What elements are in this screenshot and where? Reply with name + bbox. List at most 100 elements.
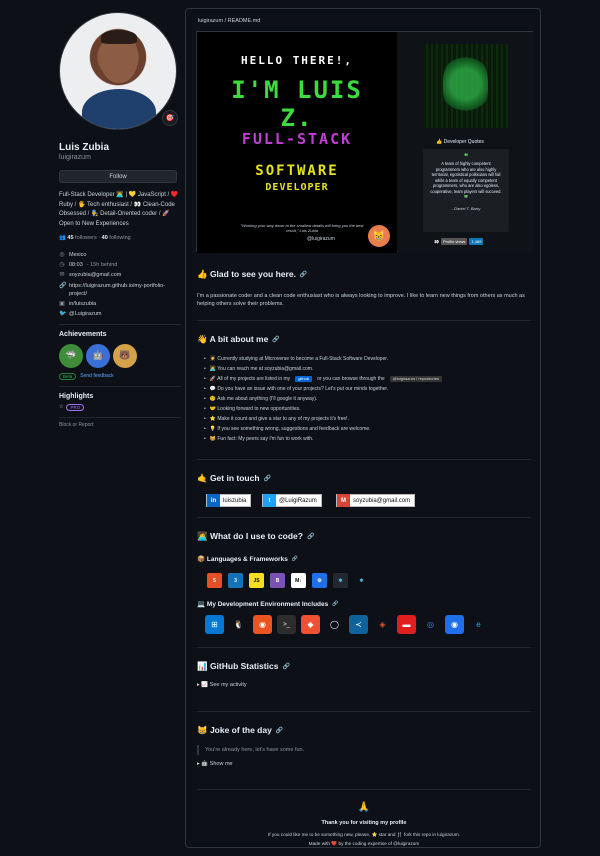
developer-quotes-panel: 👍 Developer Quotes ❝ A team of highly co… [398,32,533,253]
list-item: • 💬 Do you have an issue with one of your… [204,386,389,392]
linkedin-icon: in [207,494,220,507]
edge-icon: e [469,615,488,634]
contact-heading: 🤙 Get in touch 🔗 [197,473,272,483]
npm-icon: ▬ [397,615,416,634]
linkedin-icon: ▣ [59,300,65,307]
star-icon: ☆ [59,404,64,411]
pro-badge: PRO [66,403,85,411]
twitter-icon: t [263,494,276,507]
see-activity-toggle[interactable]: ▸ 📈 See my activity [197,682,247,688]
hero-software: SOFTWARE [255,163,339,179]
anchor-link-icon[interactable]: 🔗 [300,271,307,278]
link-icon: 🔗 [59,282,67,289]
praying-hands-icon: 🙏 [357,802,371,813]
linkedin-contact-badge[interactable]: in luiszubia [206,494,252,507]
profile-login: luigirazum [59,154,91,161]
languages-icons: 5 3 JS B M↓ ⚙ ⚛ ⚛ [207,573,369,588]
bootstrap-icon: B [270,573,285,588]
languages-heading: 📦 Languages & Frameworks 🔗 [197,556,299,563]
send-feedback-link[interactable]: Send feedback [80,373,113,379]
highlights-title: Highlights [59,392,94,400]
react-icon: ⚛ [333,573,348,588]
hero-quote: "Working your way down to the smallest d… [240,223,364,233]
twitter-link[interactable]: @Luigirazum [69,310,101,318]
following-count[interactable]: 40 [102,235,108,241]
hero-animated-banner: HELLO THERE!, I'M LUIS Z. FULL-STACK SOF… [197,32,397,253]
list-item: • 💡 If you see something wrong, suggestio… [204,426,371,432]
mail-icon: ✉ [59,272,65,279]
anchor-link-icon[interactable]: 🔗 [272,336,279,343]
hero-developer: DEVELOPER [265,182,329,193]
localtime-note: - 15h behind [86,262,118,269]
glad-heading: 👍 Glad to see you here. 🔗 [197,269,308,279]
views-count: 1,489 [469,238,484,245]
glad-text: I'm a passionate coder and a clean code … [197,293,525,307]
following-label[interactable]: following [109,235,130,241]
achievement-badges: 🦈 🤖 🐻 [59,343,181,368]
footer-line-1: If you could like me to be something new… [268,832,460,837]
show-joke-toggle[interactable]: ▸ 🤖 Show me [197,761,233,767]
readme-path[interactable]: luigirazum / README.md [198,18,260,24]
achievement-badge[interactable]: 🤖 [86,343,110,368]
website-link[interactable]: https://luigirazum.github.io/my-portfoli… [69,282,181,298]
webpack-icon: ⚙ [312,573,327,588]
gmail-contact-badge[interactable]: Msoyzubia@gmail.com [336,494,416,507]
linkedin-link[interactable]: in/luiszubia [69,300,96,308]
achievement-badge[interactable]: 🦈 [59,343,83,368]
github-chip[interactable]: github [295,376,313,382]
developer-quote-author: - Daniel T. Barry [451,205,481,211]
profile-sidebar: 🎯 Luis Zubia luigirazum Follow Full-Stac… [59,12,181,428]
anchor-link-icon[interactable]: 🔗 [292,556,298,562]
css3-icon: 3 [228,573,243,588]
developer-quote-text: A team of highly competent programmers w… [430,161,502,194]
anchor-link-icon[interactable]: 🔗 [264,475,271,482]
joke-quote: You're already here, let's have some fun… [197,745,527,755]
eyes-icon: 👀 [434,239,439,244]
location-icon: ◎ [59,252,65,258]
achievement-badge[interactable]: 🐻 [113,343,137,368]
profile-details: ◎ Mexico ◷ 08:03- 15h behind ✉ soyzubia@gma… [59,251,181,318]
avatar[interactable] [59,12,177,130]
profile-bio: Full-Stack Developer 👨‍💻 | 💛 JavaScript … [59,192,179,227]
anchor-link-icon[interactable]: 🔗 [282,663,289,670]
about-list: • 🧑‍🎓 Currently studying at Microverse to… [204,354,534,444]
joke-heading: 😸 Joke of the day 🔗 [197,725,284,735]
list-item: • 🧐 Ask me about anything (I'll google it… [204,396,318,402]
environment-icons: ⊞ 🐧 ◉ >_ ◆ ◯ ≺ ◈ ▬ ◎ ◉ e [205,615,488,634]
follow-stats: 👥 45 followers · 40 following [59,235,131,241]
react-native-icon: ⚛ [354,573,369,588]
twitter-contact-badge[interactable]: t @LuigiRazum [262,494,322,507]
readme-box: luigirazum / README.md HELLO THERE!, I'M… [185,8,541,848]
markdown-icon: M↓ [291,573,306,588]
beta-label: Beta [59,372,77,380]
hero-fullstack: FULL-STACK [241,130,353,148]
list-item: • 🚀 All of my projects are listed in my gi… [204,374,534,384]
ubuntu-icon: ◉ [253,615,272,634]
linux-icon: 🐧 [229,615,248,634]
environment-heading: 💻 My Development Environment Includes 🔗 [197,601,339,608]
profile-page: 🎯 Luis Zubia luigirazum Follow Full-Stac… [0,0,600,856]
clock-icon: ◷ [59,262,65,269]
list-item: • 🧑‍💻 You can reach me at soyzubia@gmail.… [204,366,314,372]
block-report-link[interactable]: Block or Report [59,422,181,428]
followers-label[interactable]: followers [75,235,97,241]
email-link[interactable]: soyzubia@gmail.com [69,271,121,279]
hero-handle: @luigirazum [307,236,335,242]
hero-name: I'M LUIS Z. [231,76,363,132]
github-icon: ◯ [325,615,344,634]
quote-open-icon: ❝ [463,152,469,161]
localtime-text: 08:03 [69,262,83,269]
anchor-link-icon[interactable]: 🔗 [276,727,283,734]
anchor-link-icon[interactable]: 🔗 [307,533,314,540]
matrix-portrait-image [423,44,508,128]
repositories-chip[interactable]: @luigirazum / repositories [389,376,442,382]
list-item: • ⭐ Make it count and give a star to any … [204,416,349,422]
stats-heading: 📊 GitHub Statistics 🔗 [197,661,290,671]
followers-count[interactable]: 45 [67,235,73,241]
status-emoji[interactable]: 🎯 [162,110,178,126]
gmail-icon: M [337,494,350,507]
follow-button[interactable]: Follow [59,170,177,183]
anchor-link-icon[interactable]: 🔗 [332,601,338,607]
hero-hello: HELLO THERE!, [240,54,354,67]
achievements-title: Achievements [59,330,107,338]
